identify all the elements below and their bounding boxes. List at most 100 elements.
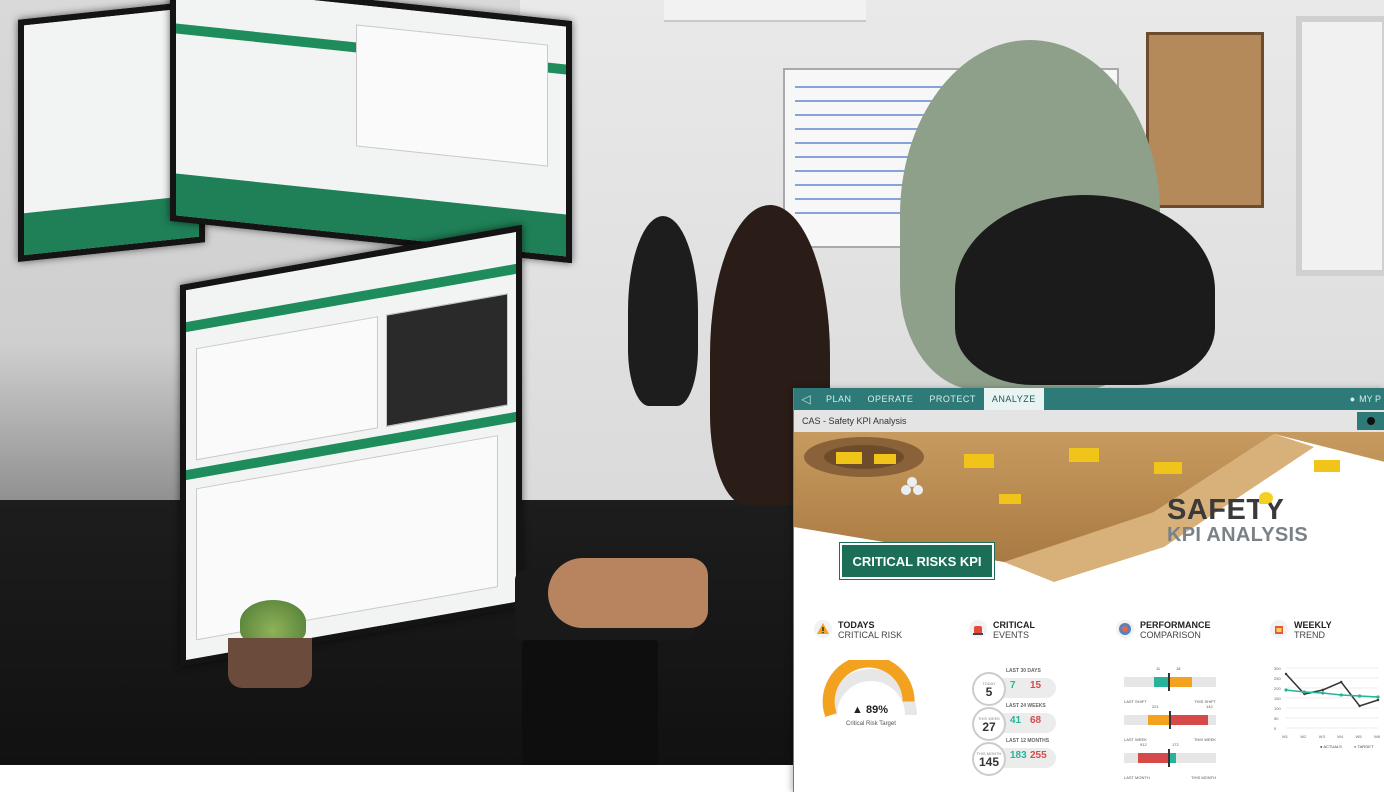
trend-point-target <box>1376 695 1380 699</box>
nav-operate[interactable]: OPERATE <box>860 388 922 410</box>
record-dot-icon <box>1367 417 1375 425</box>
trend-point-target <box>1321 691 1325 695</box>
events-row-best: 41 <box>1010 715 1022 726</box>
trend-x-tick: W4 <box>1337 734 1344 739</box>
perf-left-label: LAST SHIFT <box>1124 699 1147 704</box>
events-row-best: 183 <box>1010 750 1027 761</box>
perf-n1: 221 <box>1152 704 1159 709</box>
events-row-circle: THIS MONTH 145 <box>972 742 1006 776</box>
weekly-line2: TREND <box>1294 630 1325 640</box>
trend-series-actuals <box>1285 673 1379 707</box>
trend-y-tick: 300 <box>1274 666 1281 671</box>
trend-x-ticks: W1 W2 W3 W4 W5 W6 <box>1282 734 1381 739</box>
breadcrumb-bar: CAS - Safety KPI Analysis <box>794 410 1384 432</box>
perf-row-month: 912 172 LAST MONTH THIS MONTH <box>1124 742 1216 780</box>
perf-n1: 912 <box>1140 742 1147 747</box>
safety-kpi-dashboard: ◁ PLAN OPERATE PROTECT ANALYZE ● MY P CA… <box>793 388 1384 792</box>
siren-icon <box>969 620 987 638</box>
events-row-count: 145 <box>978 754 1000 769</box>
warning-icon <box>814 620 832 638</box>
weekly-trend-chart: 300 250 200 150 100 50 0 W1 W2 W3 W4 W5 W6 <box>1274 666 1381 739</box>
perf-seg-teal <box>1170 753 1176 763</box>
trend-legend-actuals: ● ACTUALS <box>1320 744 1342 749</box>
perf-left-label: LAST MONTH <box>1124 775 1150 780</box>
air-conditioner <box>664 0 866 22</box>
trend-point-target <box>1302 690 1306 694</box>
page-title: CAS - Safety KPI Analysis <box>802 416 907 426</box>
globe-icon <box>1116 620 1134 638</box>
monitor-top-main <box>170 0 572 264</box>
trend-x-tick: W3 <box>1319 734 1326 739</box>
events-line1: CRITICAL <box>993 620 1035 630</box>
perf-seg-orange <box>1170 677 1192 687</box>
perf-seg-red <box>1138 753 1170 763</box>
events-row-worst: 15 <box>1030 680 1042 691</box>
user-menu[interactable]: ● MY P <box>1350 394 1384 404</box>
hero-subtitle: KPI ANALYSIS <box>1167 524 1309 546</box>
perf-row-shift: 11 18 LAST SHIFT THIS SHIFT <box>1124 666 1216 704</box>
record-button[interactable] <box>1357 412 1384 430</box>
nav-protect[interactable]: PROTECT <box>921 388 984 410</box>
trend-x-tick: W1 <box>1282 734 1289 739</box>
perf-row-week: 221 142 LAST WEEK THIS WEEK <box>1124 704 1216 742</box>
events-row-pill <box>1000 748 1056 768</box>
trend-x-tick: W5 <box>1356 734 1363 739</box>
user-icon: ● <box>1349 394 1356 404</box>
plant-pot <box>228 638 312 688</box>
trend-grid <box>1286 667 1378 729</box>
trend-y-tick: 150 <box>1274 696 1281 701</box>
menu-sound-icon[interactable]: ◁ <box>794 388 818 410</box>
todays-line1: TODAYS <box>838 620 875 630</box>
events-row-circle: THIS WEEK 27 <box>972 707 1006 741</box>
weekly-trend-header: WEEKLY TREND <box>1270 620 1332 640</box>
trend-point-target <box>1339 693 1343 697</box>
trend-point-target <box>1358 694 1362 698</box>
trend-y-ticks: 300 250 200 150 100 50 0 <box>1274 666 1281 731</box>
events-row-caption: LAST 12 MONTHS <box>1006 738 1050 744</box>
critical-risks-banner: CRITICAL RISKS KPI <box>840 543 994 579</box>
trend-legend-target: ● TARGET <box>1354 744 1373 749</box>
fire-icon <box>1270 620 1288 638</box>
events-row-1: LAST 30 DAYS 7 15 TODAY 5 <box>972 668 1058 706</box>
trend-point-actuals <box>1340 680 1343 684</box>
events-row-pill <box>1000 713 1056 733</box>
perf-n2: 172 <box>1172 742 1179 747</box>
events-line2: EVENTS <box>993 630 1030 640</box>
person-cap <box>955 195 1215 385</box>
events-row-caption: LAST 30 DAYS <box>1006 668 1041 674</box>
perf-n2: 142 <box>1206 704 1213 709</box>
trend-series-target <box>1285 689 1379 698</box>
todays-line2: CRITICAL RISK <box>838 630 903 640</box>
events-row-pill <box>1000 678 1056 698</box>
window <box>1296 16 1384 276</box>
perf-marker <box>1168 673 1170 691</box>
events-row-2: LAST 24 WEEKS 41 68 THIS WEEK 27 <box>972 703 1058 741</box>
person-beard <box>628 216 698 406</box>
perf-seg-red <box>1170 715 1208 725</box>
trend-y-tick: 100 <box>1274 706 1281 711</box>
keyboard <box>522 640 658 765</box>
gauge-label: Critical Risk Target <box>846 721 896 727</box>
events-row-caption: LAST 24 WEEKS <box>1006 703 1046 709</box>
gauge-value: ▲ 89% <box>852 704 888 716</box>
triangle-up-icon: ▲ <box>852 704 863 716</box>
trend-point-actuals <box>1358 704 1361 708</box>
nav-analyze[interactable]: ANALYZE <box>983 388 1044 410</box>
trend-y-tick: 50 <box>1274 716 1279 721</box>
todays-critical-risk-header: TODAYS CRITICAL RISK <box>814 620 902 640</box>
trend-y-tick: 250 <box>1274 676 1281 681</box>
trend-x-tick: W6 <box>1374 734 1381 739</box>
events-row-count: 5 <box>985 684 993 699</box>
hero-spark-icon <box>1259 492 1273 504</box>
trend-point-actuals <box>1376 698 1380 702</box>
gauge-value-text: 89% <box>865 704 888 716</box>
perf-marker <box>1168 749 1170 767</box>
events-row-count: 27 <box>982 719 996 734</box>
nav-plan[interactable]: PLAN <box>818 388 860 410</box>
trend-y-tick: 200 <box>1274 686 1281 691</box>
weekly-line1: WEEKLY <box>1294 620 1332 630</box>
critical-events-header: CRITICAL EVENTS <box>969 620 1035 640</box>
perf-right-label: THIS WEEK <box>1193 737 1216 742</box>
perf-n1: 11 <box>1156 666 1161 671</box>
hand-on-mouse <box>548 558 708 628</box>
